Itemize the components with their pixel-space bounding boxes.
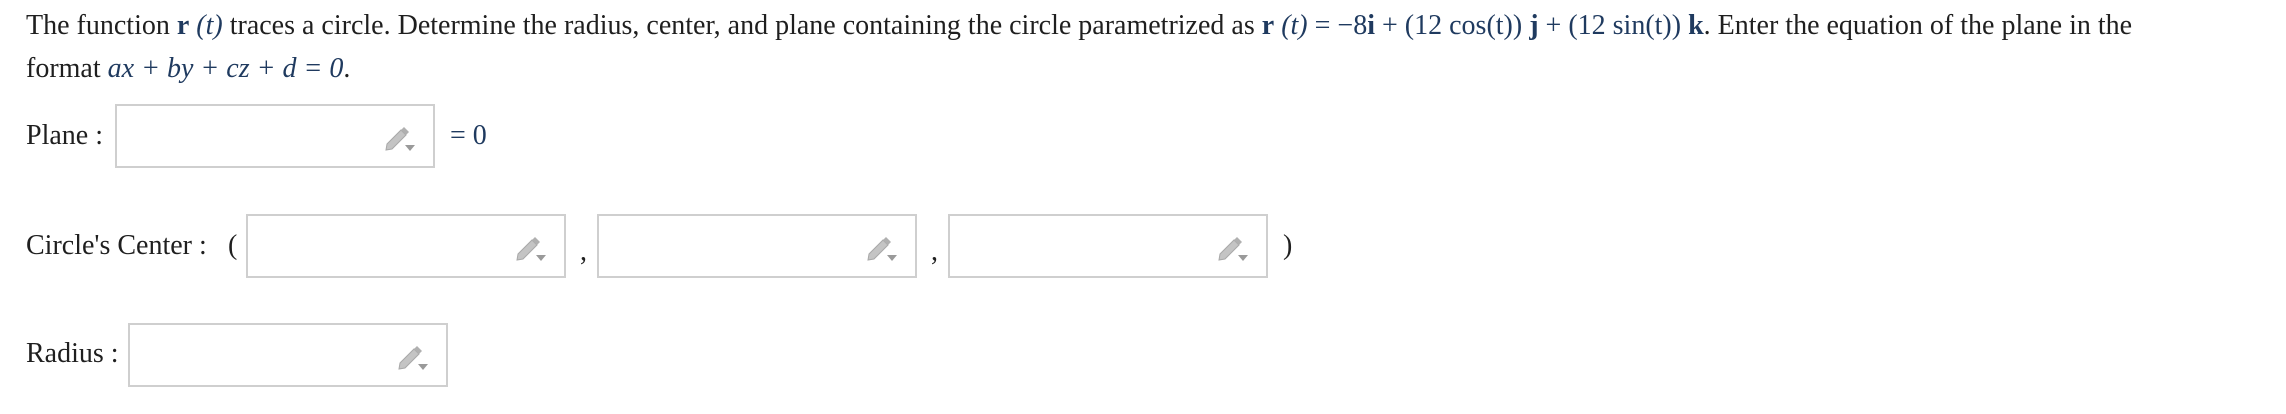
- pencil-dropdown-icon[interactable]: [1216, 234, 1250, 262]
- question-prompt: The function r (t) traces a circle. Dete…: [26, 4, 2276, 90]
- vector-r: r: [176, 10, 190, 41]
- question-text: The function: [26, 10, 177, 41]
- equation-part: = −8: [1307, 10, 1368, 41]
- center-close-paren: ): [1283, 230, 1293, 261]
- center-label: Circle's Center :: [26, 230, 207, 261]
- equation-part: + (12 cos(t)): [1375, 10, 1530, 41]
- plane-label: Plane :: [26, 120, 103, 151]
- question-text: format: [26, 53, 108, 84]
- plane-equals-zero: = 0: [450, 120, 487, 151]
- unit-vector-k: k: [1688, 10, 1704, 41]
- question-text: . Enter the equation of the plane in the: [1703, 10, 2133, 41]
- question-line-1: The function r (t) traces a circle. Dete…: [26, 4, 2276, 47]
- pencil-dropdown-icon[interactable]: [383, 124, 417, 152]
- param-t: (t): [1281, 10, 1308, 41]
- vector-r: r: [1261, 10, 1275, 41]
- plane-format-expression: ax + by + cz + d = 0: [107, 53, 344, 84]
- center-open-paren: (: [228, 230, 238, 261]
- center-comma-2: ,: [931, 236, 938, 267]
- center-x-input[interactable]: [246, 214, 566, 278]
- equation-part: + (12 sin(t)): [1538, 10, 1689, 41]
- radius-input[interactable]: [128, 323, 448, 387]
- question-line-2: format ax + by + cz + d = 0.: [26, 47, 2276, 90]
- center-y-input[interactable]: [597, 214, 917, 278]
- plane-input[interactable]: [115, 104, 435, 168]
- unit-vector-j: j: [1529, 10, 1539, 41]
- param-t: (t): [196, 10, 223, 41]
- question-text: .: [343, 53, 351, 84]
- center-comma-1: ,: [580, 236, 587, 267]
- pencil-dropdown-icon[interactable]: [514, 234, 548, 262]
- pencil-dropdown-icon[interactable]: [396, 343, 430, 371]
- unit-vector-i: i: [1367, 10, 1375, 41]
- radius-label: Radius :: [26, 338, 119, 369]
- center-z-input[interactable]: [948, 214, 1268, 278]
- pencil-dropdown-icon[interactable]: [865, 234, 899, 262]
- question-text: traces a circle. Determine the radius, c…: [222, 10, 1262, 41]
